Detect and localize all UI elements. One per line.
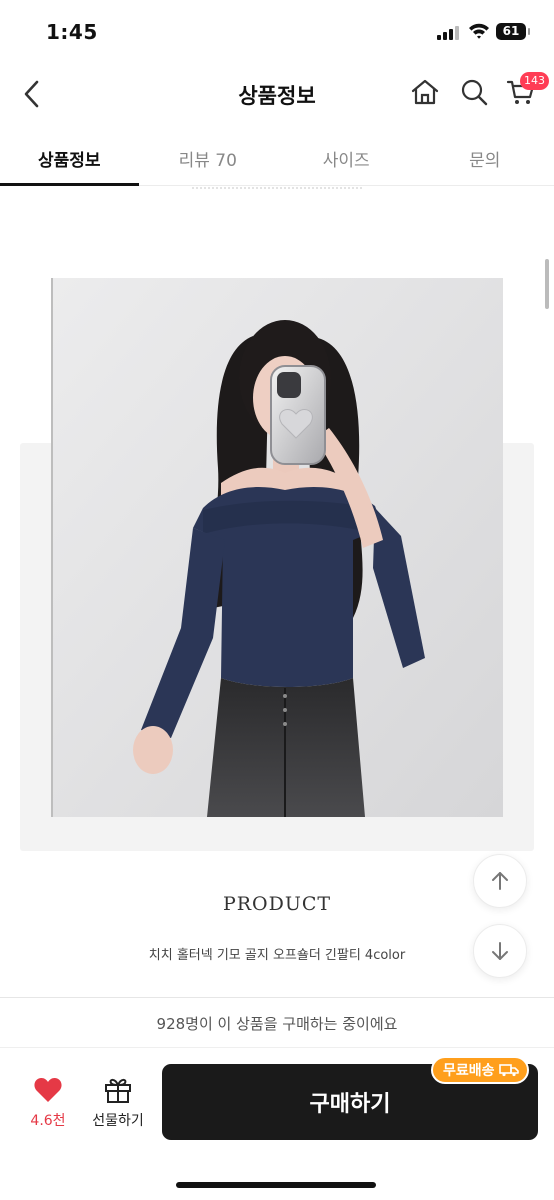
- status-bar: 1:45 61: [0, 0, 554, 62]
- free-shipping-badge: 무료배송: [431, 1056, 529, 1084]
- search-icon: [461, 79, 488, 106]
- faded-divider: [192, 187, 362, 191]
- scroll-up-button[interactable]: [473, 854, 527, 908]
- tab-product-info[interactable]: 상품정보: [0, 128, 139, 186]
- scrollbar[interactable]: [545, 259, 549, 309]
- cellular-signal-icon: [437, 26, 459, 40]
- tab-reviews[interactable]: 리뷰 70: [139, 128, 278, 185]
- tab-size[interactable]: 사이즈: [277, 128, 416, 185]
- model-mirror-selfie-photo: [53, 278, 503, 817]
- purchase-bar: 4.6천 선물하기 구매하기 무료배송: [0, 1047, 554, 1200]
- gift-button[interactable]: 선물하기: [86, 1076, 150, 1140]
- tab-inquiry[interactable]: 문의: [416, 128, 554, 185]
- wifi-icon: [469, 23, 489, 39]
- buying-now-notice: 928명이 이 상품을 구매하는 중이에요: [0, 997, 554, 1047]
- like-count: 4.6천: [30, 1113, 66, 1129]
- free-shipping-label: 무료배송: [443, 1063, 495, 1079]
- product-tabs: 상품정보 리뷰 70 사이즈 문의: [0, 128, 554, 186]
- status-time: 1:45: [46, 20, 98, 44]
- home-indicator: [176, 1182, 376, 1188]
- arrow-up-icon: [492, 872, 508, 890]
- heart-icon: [34, 1077, 62, 1102]
- home-button[interactable]: [409, 76, 441, 108]
- product-detail-content: PRODUCT 치치 홀터넥 기모 골지 오프숄더 긴팔티 4color: [0, 187, 554, 997]
- home-icon: [411, 79, 439, 105]
- product-heading: PRODUCT: [222, 893, 332, 915]
- like-button[interactable]: 4.6천: [20, 1076, 76, 1140]
- truck-icon: [498, 1064, 519, 1077]
- search-button[interactable]: [458, 76, 490, 108]
- back-button[interactable]: [14, 76, 50, 112]
- product-description: 치치 홀터넥 기모 골지 오프숄더 긴팔티 4color: [148, 948, 406, 963]
- cart-count-badge: 143: [520, 72, 549, 90]
- battery-indicator: 61: [496, 23, 530, 40]
- scroll-down-button[interactable]: [473, 924, 527, 978]
- arrow-down-icon: [492, 942, 508, 960]
- top-navigation: 상품정보: [0, 62, 554, 128]
- product-photo: [51, 278, 503, 817]
- gift-label: 선물하기: [92, 1113, 144, 1129]
- gift-icon: [105, 1078, 131, 1103]
- chevron-left-icon: [24, 80, 39, 108]
